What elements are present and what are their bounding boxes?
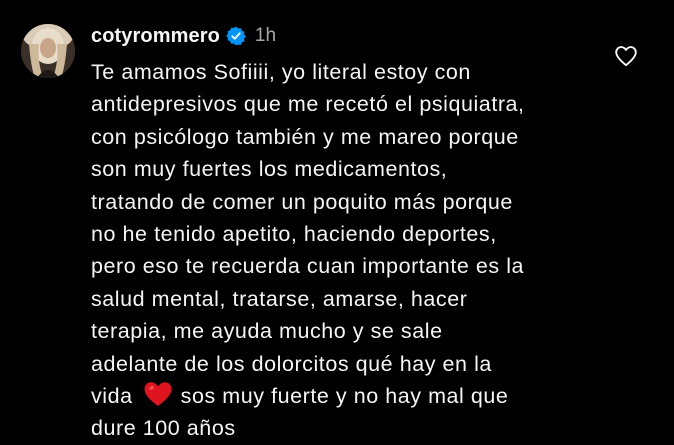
comment-line: antidepresivos que me recetó el psiquiat… [91, 92, 525, 117]
username[interactable]: cotyrommero [91, 25, 220, 48]
comment-line: adelante de los dolorcitos qué hay en la [91, 351, 492, 376]
comment-header: cotyrommero 1h [91, 22, 276, 50]
comment-text: Te amamos Sofiiii, yo literal estoy con … [91, 56, 651, 445]
comment: cotyrommero 1h Te amamos Sofiiii, yo lit… [0, 0, 674, 440]
comment-text-fragment: vida [91, 384, 133, 409]
comment-line: tratando de comer un poquito más porque [91, 189, 513, 214]
comment-line: dure 100 años [91, 416, 236, 441]
comment-line: no he tenido apetito, haciendo deportes, [91, 222, 497, 247]
comment-line: con psicólogo también y me mareo porque [91, 124, 519, 149]
verified-badge-icon [226, 26, 246, 46]
avatar-image [21, 24, 75, 78]
comment-line: Te amamos Sofiiii, yo literal estoy con [91, 60, 471, 84]
comment-line: son muy fuertes los medicamentos, [91, 157, 448, 182]
timestamp: 1h [254, 25, 277, 46]
comment-line: pero eso te recuerda cuan importante es … [91, 254, 525, 279]
comment-line: salud mental, tratarse, amarse, hacer [91, 286, 468, 311]
comment-line-with-emoji: vida sos muy fuerte y no hay mal que [91, 380, 651, 412]
red-heart-emoji-icon [143, 381, 173, 407]
comment-line: terapia, me ayuda mucho y se sale [91, 319, 443, 344]
comment-text-fragment: sos muy fuerte y no hay mal que [180, 384, 509, 409]
avatar[interactable] [21, 24, 75, 78]
